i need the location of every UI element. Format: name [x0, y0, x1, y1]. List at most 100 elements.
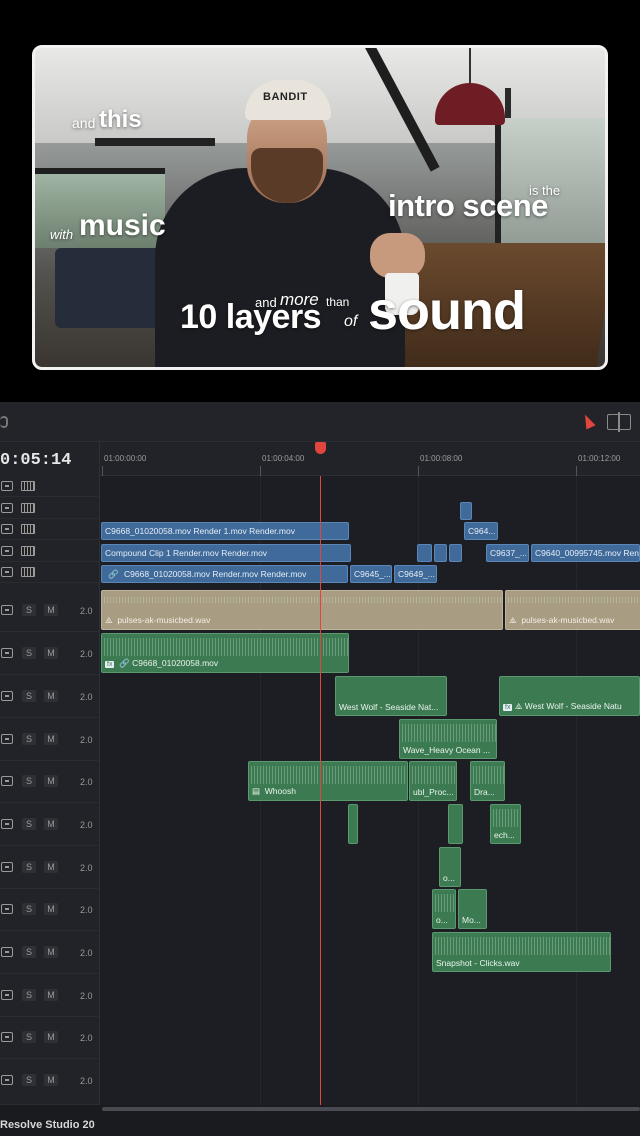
- auto-select-icon[interactable]: [1, 819, 13, 829]
- auto-select-icon[interactable]: [1, 734, 13, 744]
- mute-button[interactable]: M: [44, 1074, 58, 1086]
- selection-tool-icon[interactable]: [580, 412, 596, 430]
- timeline-panel: 0:05:14 S M 2.0 S M 2.0 S M 2.0 S M 2.0 …: [0, 402, 640, 1136]
- solo-button[interactable]: S: [22, 861, 36, 873]
- video-track-header: [0, 476, 100, 497]
- solo-button[interactable]: S: [22, 946, 36, 958]
- video-clip[interactable]: [434, 544, 447, 562]
- solo-button[interactable]: S: [22, 647, 36, 659]
- film-icon[interactable]: [21, 567, 35, 577]
- auto-select-icon[interactable]: [1, 567, 13, 577]
- solo-button[interactable]: S: [22, 1074, 36, 1086]
- auto-select-icon[interactable]: [1, 481, 13, 491]
- auto-select-icon[interactable]: [1, 503, 13, 513]
- mute-button[interactable]: M: [44, 604, 58, 616]
- auto-select-icon[interactable]: [1, 862, 13, 872]
- auto-select-icon[interactable]: [1, 776, 13, 786]
- video-clip[interactable]: [449, 544, 462, 562]
- microphone-icon[interactable]: [0, 416, 8, 428]
- ruler-label: 01:00:04:00: [262, 454, 305, 463]
- audio-clip[interactable]: fx ⧌ West Wolf - Seaside Natu: [499, 676, 640, 716]
- track-volume: 2.0: [80, 606, 93, 616]
- video-track-header: [0, 541, 100, 562]
- audio-clip[interactable]: ▤ Whoosh: [248, 761, 408, 801]
- audio-track-header: S M 2.0: [0, 589, 100, 632]
- video-clip[interactable]: C964...: [464, 522, 498, 540]
- audio-clip[interactable]: o...: [432, 889, 456, 929]
- audio-clip[interactable]: ⧌ pulses-ak-musicbed.wav: [505, 590, 640, 630]
- audio-clip[interactable]: o...: [439, 847, 461, 887]
- video-clip[interactable]: [460, 502, 472, 520]
- auto-select-icon[interactable]: [1, 648, 13, 658]
- video-clip[interactable]: C9645_...: [350, 565, 392, 583]
- track-volume: 2.0: [80, 863, 93, 873]
- scrollbar-thumb[interactable]: [102, 1107, 640, 1111]
- audio-clip[interactable]: Snapshot - Clicks.wav: [432, 932, 611, 972]
- mute-button[interactable]: M: [44, 861, 58, 873]
- solo-button[interactable]: S: [22, 903, 36, 915]
- trim-tool-icon[interactable]: [607, 412, 631, 432]
- auto-select-icon[interactable]: [1, 605, 13, 615]
- solo-button[interactable]: S: [22, 775, 36, 787]
- video-clip[interactable]: Compound Clip 1 Render.mov Render.mov: [101, 544, 351, 562]
- mute-button[interactable]: M: [44, 989, 58, 1001]
- video-clip[interactable]: [417, 544, 432, 562]
- auto-select-icon[interactable]: [1, 947, 13, 957]
- video-clip[interactable]: 🔗 C9668_01020058.mov Render.mov Render.m…: [101, 565, 348, 583]
- audio-clip[interactable]: Wave_Heavy Ocean ...: [399, 719, 497, 759]
- caption-intro-scene: intro scene: [388, 188, 548, 223]
- audio-clip[interactable]: [448, 804, 463, 844]
- audio-clip[interactable]: West Wolf - Seaside Nat...: [335, 676, 447, 716]
- auto-select-icon[interactable]: [1, 904, 13, 914]
- mute-button[interactable]: M: [44, 647, 58, 659]
- playhead-line[interactable]: [320, 476, 321, 1105]
- audio-clip[interactable]: ⧌ pulses-ak-musicbed.wav: [101, 590, 503, 630]
- audio-clip[interactable]: [348, 804, 358, 844]
- auto-select-icon[interactable]: [1, 1032, 13, 1042]
- waveform: [102, 638, 348, 656]
- film-icon[interactable]: [21, 524, 35, 534]
- caption-sound: sound: [368, 281, 526, 341]
- track-area[interactable]: 01:00:00:00 01:00:04:00 01:00:08:00 01:0…: [100, 442, 640, 1105]
- film-icon[interactable]: [21, 503, 35, 513]
- playhead-handle[interactable]: [315, 442, 326, 454]
- mute-button[interactable]: M: [44, 903, 58, 915]
- audio-clip[interactable]: Dra...: [470, 761, 505, 801]
- solo-button[interactable]: S: [22, 818, 36, 830]
- mute-button[interactable]: M: [44, 775, 58, 787]
- status-bar: Resolve Studio 20: [0, 1113, 640, 1136]
- video-clip[interactable]: C9649_...: [394, 565, 437, 583]
- timeline-toolbar: [0, 402, 640, 442]
- solo-button[interactable]: S: [22, 604, 36, 616]
- audio-clip[interactable]: Mo...: [458, 889, 487, 929]
- audio-clip[interactable]: fx 🔗 C9668_01020058.mov: [101, 633, 349, 673]
- mute-button[interactable]: M: [44, 690, 58, 702]
- solo-button[interactable]: S: [22, 690, 36, 702]
- time-ruler[interactable]: 01:00:00:00 01:00:04:00 01:00:08:00 01:0…: [100, 442, 640, 476]
- auto-select-icon[interactable]: [1, 691, 13, 701]
- solo-button[interactable]: S: [22, 989, 36, 1001]
- audio-track-header: S M 2.0: [0, 675, 100, 718]
- video-clip[interactable]: C9640_00995745.mov Ren: [531, 544, 640, 562]
- auto-select-icon[interactable]: [1, 990, 13, 1000]
- mute-button[interactable]: M: [44, 733, 58, 745]
- mute-button[interactable]: M: [44, 1031, 58, 1043]
- audio-track-header: S M 2.0: [0, 1016, 100, 1059]
- audio-clip[interactable]: ubl_Proc...: [409, 761, 457, 801]
- solo-button[interactable]: S: [22, 1031, 36, 1043]
- ruler-label: 01:00:08:00: [420, 454, 463, 463]
- mute-button[interactable]: M: [44, 818, 58, 830]
- audio-clip[interactable]: ech...: [490, 804, 521, 844]
- video-clip[interactable]: C9668_01020058.mov Render 1.mov Render.m…: [101, 522, 349, 540]
- film-icon[interactable]: [21, 546, 35, 556]
- solo-button[interactable]: S: [22, 733, 36, 745]
- auto-select-icon[interactable]: [1, 524, 13, 534]
- film-icon[interactable]: [21, 481, 35, 491]
- mute-button[interactable]: M: [44, 946, 58, 958]
- horizontal-scrollbar[interactable]: [0, 1105, 640, 1113]
- video-clip[interactable]: C9637_...: [486, 544, 529, 562]
- track-volume: 2.0: [80, 692, 93, 702]
- auto-select-icon[interactable]: [1, 546, 13, 556]
- track-volume: 2.0: [80, 1033, 93, 1043]
- auto-select-icon[interactable]: [1, 1075, 13, 1085]
